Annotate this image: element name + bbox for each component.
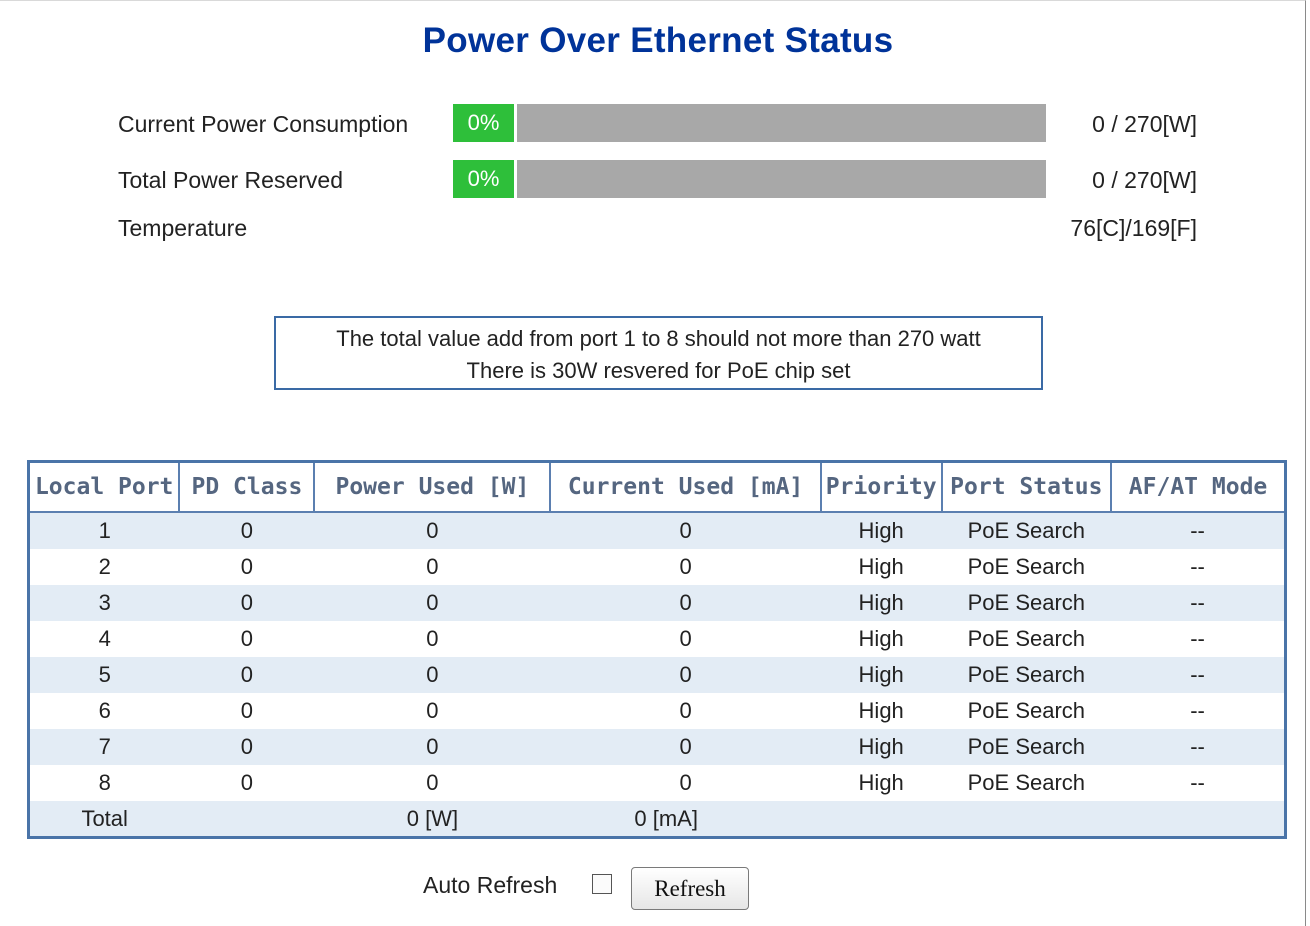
cell-af-at-mode: -- — [1111, 693, 1286, 729]
power-consumption-bar-fill: 0% — [453, 104, 517, 142]
table-row: 4 0 0 0 High PoE Search -- — [28, 621, 1286, 657]
auto-refresh-checkbox[interactable] — [592, 874, 612, 894]
cell-priority: High — [820, 693, 942, 729]
cell-priority: High — [820, 585, 942, 621]
table-row: 8 0 0 0 High PoE Search -- — [28, 765, 1286, 801]
column-header-local-port: Local Port — [27, 460, 181, 513]
cell-af-at-mode: -- — [1111, 585, 1286, 621]
cell-port-status: PoE Search — [941, 512, 1112, 549]
cell-pd-class: 0 — [179, 549, 315, 585]
cell-port-status: PoE Search — [941, 729, 1112, 765]
cell-port-status: PoE Search — [941, 657, 1112, 693]
power-reserved-bar-fill: 0% — [453, 160, 517, 198]
cell-local-port: 4 — [28, 621, 180, 657]
power-reserved-value: 0 / 270[W] — [1092, 167, 1197, 193]
power-consumption-label: Current Power Consumption — [118, 111, 409, 137]
cell-port-status: PoE Search — [941, 765, 1112, 801]
total-current-used: 0 [mA] — [550, 801, 821, 838]
power-consumption-bar: 0% — [453, 104, 1046, 142]
cell-port-status: PoE Search — [941, 585, 1112, 621]
cell-power-used: 0 — [314, 512, 551, 549]
cell-power-used: 0 — [314, 549, 551, 585]
auto-refresh-label: Auto Refresh — [423, 872, 558, 898]
cell-power-used: 0 — [314, 693, 551, 729]
table-row: 5 0 0 0 High PoE Search -- — [28, 657, 1286, 693]
cell-local-port: 6 — [28, 693, 180, 729]
table-row: 6 0 0 0 High PoE Search -- — [28, 693, 1286, 729]
cell-power-used: 0 — [314, 621, 551, 657]
table-row: 3 0 0 0 High PoE Search -- — [28, 585, 1286, 621]
cell-local-port: 2 — [28, 549, 180, 585]
cell-af-at-mode: -- — [1111, 621, 1286, 657]
cell-local-port: 8 — [28, 765, 180, 801]
cell-af-at-mode: -- — [1111, 549, 1286, 585]
total-pd-class-empty — [179, 801, 315, 838]
cell-priority: High — [820, 765, 942, 801]
table-header-row: Local Port PD Class Power Used [W] Curre… — [27, 460, 1287, 513]
table-row: 7 0 0 0 High PoE Search -- — [28, 729, 1286, 765]
column-header-current-used: Current Used [mA] — [549, 460, 822, 513]
cell-af-at-mode: -- — [1111, 512, 1286, 549]
total-label: Total — [28, 801, 180, 838]
cell-pd-class: 0 — [179, 693, 315, 729]
cell-power-used: 0 — [314, 765, 551, 801]
cell-pd-class: 0 — [179, 512, 315, 549]
refresh-button[interactable]: Refresh — [631, 867, 749, 910]
cell-priority: High — [820, 549, 942, 585]
poe-status-page: Power Over Ethernet Status Current Power… — [0, 0, 1306, 926]
total-power-used: 0 [W] — [314, 801, 551, 838]
cell-local-port: 3 — [28, 585, 180, 621]
cell-power-used: 0 — [314, 657, 551, 693]
cell-pd-class: 0 — [179, 585, 315, 621]
power-reserved-label: Total Power Reserved — [118, 167, 343, 193]
power-reserved-bar: 0% — [453, 160, 1046, 198]
cell-current-used: 0 — [550, 657, 821, 693]
cell-port-status: PoE Search — [941, 693, 1112, 729]
cell-current-used: 0 — [550, 693, 821, 729]
cell-local-port: 1 — [28, 512, 180, 549]
table-row: 2 0 0 0 High PoE Search -- — [28, 549, 1286, 585]
cell-local-port: 5 — [28, 657, 180, 693]
cell-af-at-mode: -- — [1111, 657, 1286, 693]
cell-pd-class: 0 — [179, 729, 315, 765]
column-header-pd-class: PD Class — [178, 460, 316, 513]
cell-priority: High — [820, 621, 942, 657]
notice-line-2: There is 30W resvered for PoE chip set — [466, 358, 851, 383]
temperature-label: Temperature — [118, 215, 248, 241]
total-priority-empty — [820, 801, 942, 838]
cell-current-used: 0 — [550, 729, 821, 765]
cell-priority: High — [820, 512, 942, 549]
cell-pd-class: 0 — [179, 621, 315, 657]
cell-port-status: PoE Search — [941, 621, 1112, 657]
power-consumption-value: 0 / 270[W] — [1092, 111, 1197, 137]
cell-current-used: 0 — [550, 621, 821, 657]
cell-local-port: 7 — [28, 729, 180, 765]
notice-line-1: The total value add from port 1 to 8 sho… — [336, 326, 981, 351]
table-total-row: Total 0 [W] 0 [mA] — [28, 801, 1286, 838]
table-row: 1 0 0 0 High PoE Search -- — [28, 512, 1286, 549]
power-budget-notice: The total value add from port 1 to 8 sho… — [274, 316, 1043, 390]
cell-power-used: 0 — [314, 585, 551, 621]
cell-current-used: 0 — [550, 585, 821, 621]
cell-pd-class: 0 — [179, 657, 315, 693]
total-port-status-empty — [941, 801, 1112, 838]
column-header-priority: Priority — [819, 460, 943, 513]
cell-current-used: 0 — [550, 549, 821, 585]
column-header-af-at-mode: AF/AT Mode — [1110, 460, 1287, 513]
total-af-at-mode-empty — [1111, 801, 1286, 838]
cell-current-used: 0 — [550, 765, 821, 801]
temperature-value: 76[C]/169[F] — [1070, 215, 1197, 241]
column-header-power-used: Power Used [W] — [313, 460, 552, 513]
cell-power-used: 0 — [314, 729, 551, 765]
cell-af-at-mode: -- — [1111, 729, 1286, 765]
page-title: Power Over Ethernet Status — [422, 21, 894, 60]
cell-priority: High — [820, 657, 942, 693]
column-header-port-status: Port Status — [940, 460, 1113, 513]
cell-port-status: PoE Search — [941, 549, 1112, 585]
cell-current-used: 0 — [550, 512, 821, 549]
cell-priority: High — [820, 729, 942, 765]
poe-port-table: Local Port PD Class Power Used [W] Curre… — [27, 460, 1287, 839]
cell-af-at-mode: -- — [1111, 765, 1286, 801]
cell-pd-class: 0 — [179, 765, 315, 801]
